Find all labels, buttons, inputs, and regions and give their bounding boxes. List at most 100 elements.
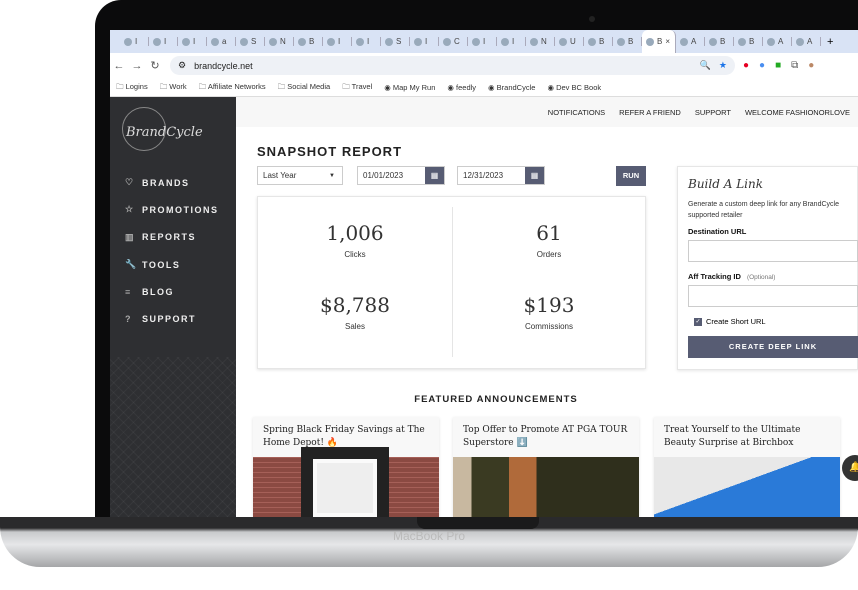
lines-icon: ≡ [125,286,131,297]
nav-link[interactable]: WELCOME FASHIONORLOVE [745,108,850,117]
close-icon[interactable]: × [665,37,670,46]
browser-tab[interactable]: I [323,37,352,46]
bookmark[interactable]: 🗀 Logins [116,81,148,94]
extensions-icon[interactable]: ⧉ [791,60,798,71]
nav-link[interactable]: REFER A FRIEND [619,108,681,117]
site-info-icon[interactable]: ⚙ [178,60,186,71]
browser-tab[interactable]: I [178,37,207,46]
browser-tab[interactable]: A [763,37,792,46]
aff-tracking-id-input[interactable] [688,285,858,307]
sidebar-item-promotions[interactable]: ☆ PROMOTIONS [125,196,219,223]
browser-tab[interactable]: N [265,37,294,46]
stat-commissions: $193 Commissions [523,293,575,331]
folder-icon: 🗀 [277,81,286,91]
announcement-card[interactable]: Spring Black Friday Savings at The Home … [253,417,439,517]
browser-tab[interactable]: U [555,37,584,46]
nav-link[interactable]: SUPPORT [695,108,731,117]
laptop-notch [417,517,539,529]
create-deep-link-button[interactable]: CREATE DEEP LINK [688,336,858,358]
bookmark[interactable]: 🗀 Travel [342,81,372,94]
browser-tab[interactable]: I [468,37,497,46]
sidebar-item-brands[interactable]: ♡ BRANDS [125,169,219,196]
range-select[interactable]: Last Year ▼ [257,166,343,185]
top-nav: NOTIFICATIONS REFER A FRIEND SUPPORT WELCOM… [236,97,858,127]
favicon-icon [443,37,451,46]
run-button[interactable]: RUN [616,166,646,186]
end-date-input[interactable]: 12/31/2023 ▦ [457,166,545,185]
browser-tab[interactable]: I [149,37,178,46]
browser-tab[interactable]: I [497,37,526,46]
extension-badge-icon[interactable]: ■ [775,60,781,71]
browser-tab[interactable]: B [584,37,613,46]
browser-tab[interactable]: S [381,37,410,46]
browser-tab[interactable]: C [439,37,468,46]
browser-tab[interactable]: B [613,37,642,46]
calendar-icon[interactable]: ▦ [425,167,444,184]
bar-chart-icon: ▥ [125,231,134,242]
bookmark-star-icon[interactable]: ★ [719,60,727,71]
browser-tab[interactable]: A [792,37,821,46]
browser-tab[interactable]: B × [642,30,676,53]
favicon-icon [767,37,775,46]
extension-icon[interactable]: ● [759,60,765,71]
favicon-icon [530,37,538,46]
browser-tab[interactable]: I [120,37,149,46]
bookmark[interactable]: ◉ BrandCycle [488,83,535,92]
folder-icon: 🗀 [116,81,124,91]
bell-icon[interactable]: 🔔 [842,455,858,481]
folder-icon: 🗀 [159,81,168,91]
announcement-card[interactable]: Treat Yourself to the Ultimate Beauty Su… [654,417,840,517]
start-date-input[interactable]: 01/01/2023 ▦ [357,166,445,185]
browser-tab[interactable]: I [410,37,439,46]
bookmark[interactable]: 🗀 Work [160,81,187,94]
browser-tab[interactable]: B [734,37,763,46]
pinterest-icon[interactable]: ● [743,60,749,71]
chevron-down-icon: ▼ [329,172,335,179]
bookmarks-bar: 🗀 Logins 🗀 Work 🗀 Affiliate Networks 🗀 Soci… [110,78,858,97]
browser-tab[interactable]: a [207,37,236,46]
create-short-url-checkbox[interactable]: ✓ Create Short URL [694,317,847,326]
tab-bar: I I Ia S N B I I S I C I I N U B B B × A B B A A + [110,30,858,53]
stats-panel: 1,006 Clicks 61 Orders $8,788 Sales $193 Com… [257,196,646,369]
favicon-icon [738,37,746,46]
url-input[interactable]: ⚙ brandcycle.net 🔍 ★ [170,56,735,75]
zoom-icon[interactable]: 🔍 [700,60,711,71]
site-icon: ◉ [447,82,454,92]
browser-tab[interactable]: B [294,37,323,46]
favicon-icon [269,37,277,46]
forward-icon[interactable]: → [128,60,146,72]
favicon-icon [709,37,717,46]
browser-tab[interactable]: B [705,37,734,46]
stat-clicks: 1,006 Clicks [326,221,384,259]
sidebar-item-tools[interactable]: 🔧 TOOLS [125,251,219,278]
nav-link[interactable]: NOTIFICATIONS [548,108,605,117]
address-bar: ← → ↻ ⚙ brandcycle.net 🔍 ★ ● ● ■ ⧉ ● [110,53,858,78]
bookmark[interactable]: 🗀 Affiliate Networks [199,81,266,94]
logo[interactable]: BrandCycle [126,125,203,140]
star-icon: ☆ [125,204,134,215]
browser-tab[interactable]: A [676,37,705,46]
sidebar-item-support[interactable]: ? SUPPORT [125,305,219,332]
reload-icon[interactable]: ↻ [146,59,164,72]
browser-tab[interactable]: S [236,37,265,46]
favicon-icon [124,37,132,46]
destination-url-input[interactable] [688,240,858,262]
favicon-icon [327,37,335,46]
favicon-icon [501,37,509,46]
bookmark[interactable]: ◉ feedly [447,83,476,92]
browser-tab[interactable]: N [526,37,555,46]
new-tab-button[interactable]: + [827,36,833,48]
sidebar-item-reports[interactable]: ▥ REPORTS [125,224,219,251]
bookmark[interactable]: ◉ Map My Run [384,83,435,92]
calendar-icon[interactable]: ▦ [525,167,544,184]
bookmark[interactable]: 🗀 Social Media [278,81,331,94]
avatar[interactable]: ● [808,60,814,71]
back-icon[interactable]: ← [110,60,128,72]
panel-title: Build A Link [688,177,764,191]
browser-tab[interactable]: I [352,37,381,46]
favicon-icon [472,37,480,46]
bookmark[interactable]: ◉ Dev BC Book [547,83,601,92]
announcement-card[interactable]: Top Offer to Promote AT PGA TOUR Superst… [453,417,639,517]
sidebar-item-blog[interactable]: ≡ BLOG [125,278,219,305]
favicon-icon [796,37,804,46]
